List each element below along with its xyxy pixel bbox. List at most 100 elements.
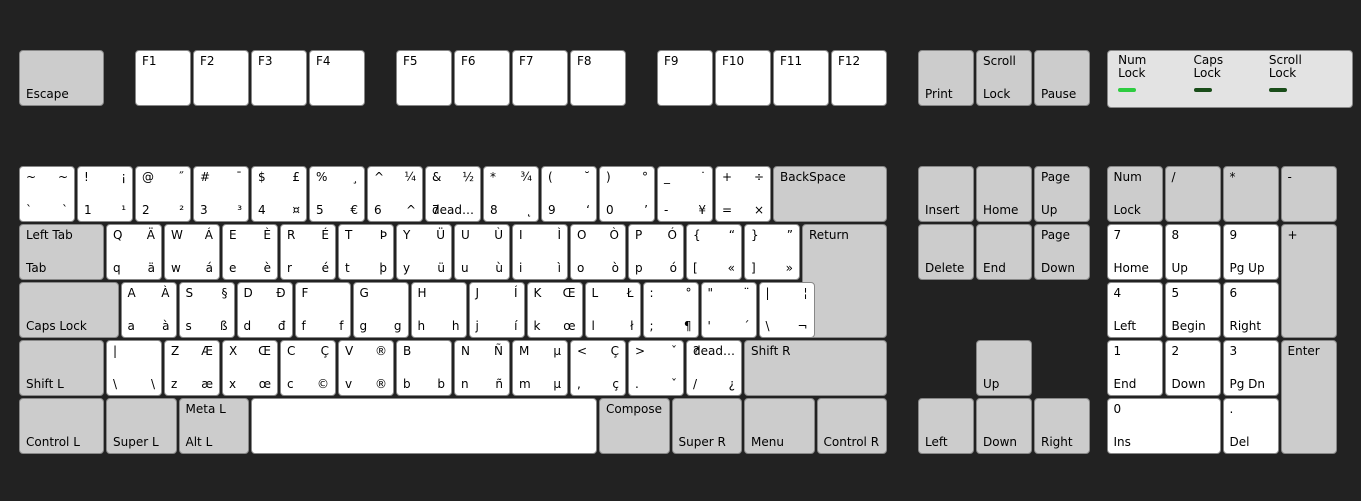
- f2-key[interactable]: F2: [193, 50, 249, 106]
- left-arrow-key[interactable]: Left: [918, 398, 974, 454]
- digit-9-key[interactable]: (˘9‘: [541, 166, 597, 222]
- super-right-key[interactable]: Super R: [672, 398, 743, 454]
- x-key[interactable]: XŒxœ: [222, 340, 278, 396]
- page-up-key[interactable]: PageUp: [1034, 166, 1090, 222]
- digit-7-key[interactable]: &½7dead…: [425, 166, 481, 222]
- digit-6-key[interactable]: ^¼6^: [367, 166, 423, 222]
- slash-key[interactable]: ?dead…/¿: [686, 340, 742, 396]
- control-left-key[interactable]: Control L: [19, 398, 104, 454]
- equal-key[interactable]: +÷=×: [715, 166, 771, 222]
- f12-key[interactable]: F12: [831, 50, 887, 106]
- digit-3-key[interactable]: #¯3³: [193, 166, 249, 222]
- backslash-key[interactable]: |¦\¬: [759, 282, 815, 338]
- pause-key[interactable]: Pause: [1034, 50, 1090, 106]
- page-down-key[interactable]: PageDown: [1034, 224, 1090, 280]
- g-key[interactable]: Ggg: [353, 282, 409, 338]
- bracket-left-key[interactable]: {“[«: [686, 224, 742, 280]
- digit-1-key[interactable]: !¡1¹: [77, 166, 133, 222]
- period-key[interactable]: >ˇ.ˇ: [628, 340, 684, 396]
- u-key[interactable]: UÙuù: [454, 224, 510, 280]
- right-arrow-key[interactable]: Right: [1034, 398, 1090, 454]
- minus-key[interactable]: _˙-¥: [657, 166, 713, 222]
- numpad-add-key[interactable]: +: [1281, 224, 1337, 338]
- numpad-2-key[interactable]: 2Down: [1165, 340, 1221, 396]
- y-key[interactable]: YÜyü: [396, 224, 452, 280]
- numpad-0-key[interactable]: 0Ins: [1107, 398, 1221, 454]
- shift-right-key[interactable]: Shift R: [744, 340, 887, 396]
- f8-key[interactable]: F8: [570, 50, 626, 106]
- digit-2-key[interactable]: @˝2²: [135, 166, 191, 222]
- super-left-key[interactable]: Super L: [106, 398, 177, 454]
- q-key[interactable]: QÄqä: [106, 224, 162, 280]
- p-key[interactable]: PÓpó: [628, 224, 684, 280]
- numpad-subtract-key[interactable]: -: [1281, 166, 1337, 222]
- digit-8-key[interactable]: *¾8˛: [483, 166, 539, 222]
- b-key[interactable]: Bbb: [396, 340, 452, 396]
- digit-5-key[interactable]: %¸5€: [309, 166, 365, 222]
- shift-left-key[interactable]: Shift L: [19, 340, 104, 396]
- backspace-key[interactable]: BackSpace: [773, 166, 887, 222]
- home-key[interactable]: Home: [976, 166, 1032, 222]
- f11-key[interactable]: F11: [773, 50, 829, 106]
- quote-key[interactable]: "¨'´: [701, 282, 757, 338]
- f1-key[interactable]: F1: [135, 50, 191, 106]
- f7-key[interactable]: F7: [512, 50, 568, 106]
- control-right-key[interactable]: Control R: [817, 398, 888, 454]
- d-key[interactable]: DĐdđ: [237, 282, 293, 338]
- t-key[interactable]: TÞtþ: [338, 224, 394, 280]
- k-key[interactable]: KŒkœ: [527, 282, 583, 338]
- f-key[interactable]: Fff: [295, 282, 351, 338]
- numpad-9-key[interactable]: 9Pg Up: [1223, 224, 1279, 280]
- numpad-multiply-key[interactable]: *: [1223, 166, 1279, 222]
- compose-key[interactable]: Compose: [599, 398, 670, 454]
- end-key[interactable]: End: [976, 224, 1032, 280]
- numpad-8-key[interactable]: 8Up: [1165, 224, 1221, 280]
- digit-4-key[interactable]: $£4¤: [251, 166, 307, 222]
- print-key[interactable]: Print: [918, 50, 974, 106]
- w-key[interactable]: WÁwá: [164, 224, 220, 280]
- scroll-lock-key[interactable]: ScrollLock: [976, 50, 1032, 106]
- f9-key[interactable]: F9: [657, 50, 713, 106]
- numpad-3-key[interactable]: 3Pg Dn: [1223, 340, 1279, 396]
- z-key[interactable]: ZÆzæ: [164, 340, 220, 396]
- numpad-1-key[interactable]: 1End: [1107, 340, 1163, 396]
- r-key[interactable]: RÉré: [280, 224, 336, 280]
- v-key[interactable]: V®v®: [338, 340, 394, 396]
- menu-key[interactable]: Menu: [744, 398, 815, 454]
- insert-key[interactable]: Insert: [918, 166, 974, 222]
- space-key[interactable]: [251, 398, 597, 454]
- c-key[interactable]: CÇc©: [280, 340, 336, 396]
- numpad-divide-key[interactable]: /: [1165, 166, 1221, 222]
- iso-key[interactable]: |\\: [106, 340, 162, 396]
- f3-key[interactable]: F3: [251, 50, 307, 106]
- numpad-4-key[interactable]: 4Left: [1107, 282, 1163, 338]
- s-key[interactable]: S§sß: [179, 282, 235, 338]
- up-arrow-key[interactable]: Up: [976, 340, 1032, 396]
- delete-key[interactable]: Delete: [918, 224, 974, 280]
- f4-key[interactable]: F4: [309, 50, 365, 106]
- numpad-decimal-key[interactable]: .Del: [1223, 398, 1279, 454]
- f6-key[interactable]: F6: [454, 50, 510, 106]
- escape-key[interactable]: Escape: [19, 50, 104, 106]
- down-arrow-key[interactable]: Down: [976, 398, 1032, 454]
- i-key[interactable]: IÌiì: [512, 224, 568, 280]
- tab-key[interactable]: Left TabTab: [19, 224, 104, 280]
- numpad-6-key[interactable]: 6Right: [1223, 282, 1279, 338]
- bracket-right-key[interactable]: }”]»: [744, 224, 800, 280]
- f5-key[interactable]: F5: [396, 50, 452, 106]
- return-key[interactable]: Return: [802, 224, 887, 338]
- numpad-enter-key[interactable]: Enter: [1281, 340, 1337, 454]
- l-key[interactable]: LŁlł: [585, 282, 641, 338]
- e-key[interactable]: EÈeè: [222, 224, 278, 280]
- alt-left-key[interactable]: Meta LAlt L: [179, 398, 250, 454]
- a-key[interactable]: AÀaà: [121, 282, 177, 338]
- digit-0-key[interactable]: )°0’: [599, 166, 655, 222]
- num-lock-key[interactable]: NumLock: [1107, 166, 1163, 222]
- numpad-5-key[interactable]: 5Begin: [1165, 282, 1221, 338]
- o-key[interactable]: OÒoò: [570, 224, 626, 280]
- semicolon-key[interactable]: :°;¶: [643, 282, 699, 338]
- n-key[interactable]: NÑnñ: [454, 340, 510, 396]
- f10-key[interactable]: F10: [715, 50, 771, 106]
- h-key[interactable]: Hhh: [411, 282, 467, 338]
- comma-key[interactable]: <Ç,ç: [570, 340, 626, 396]
